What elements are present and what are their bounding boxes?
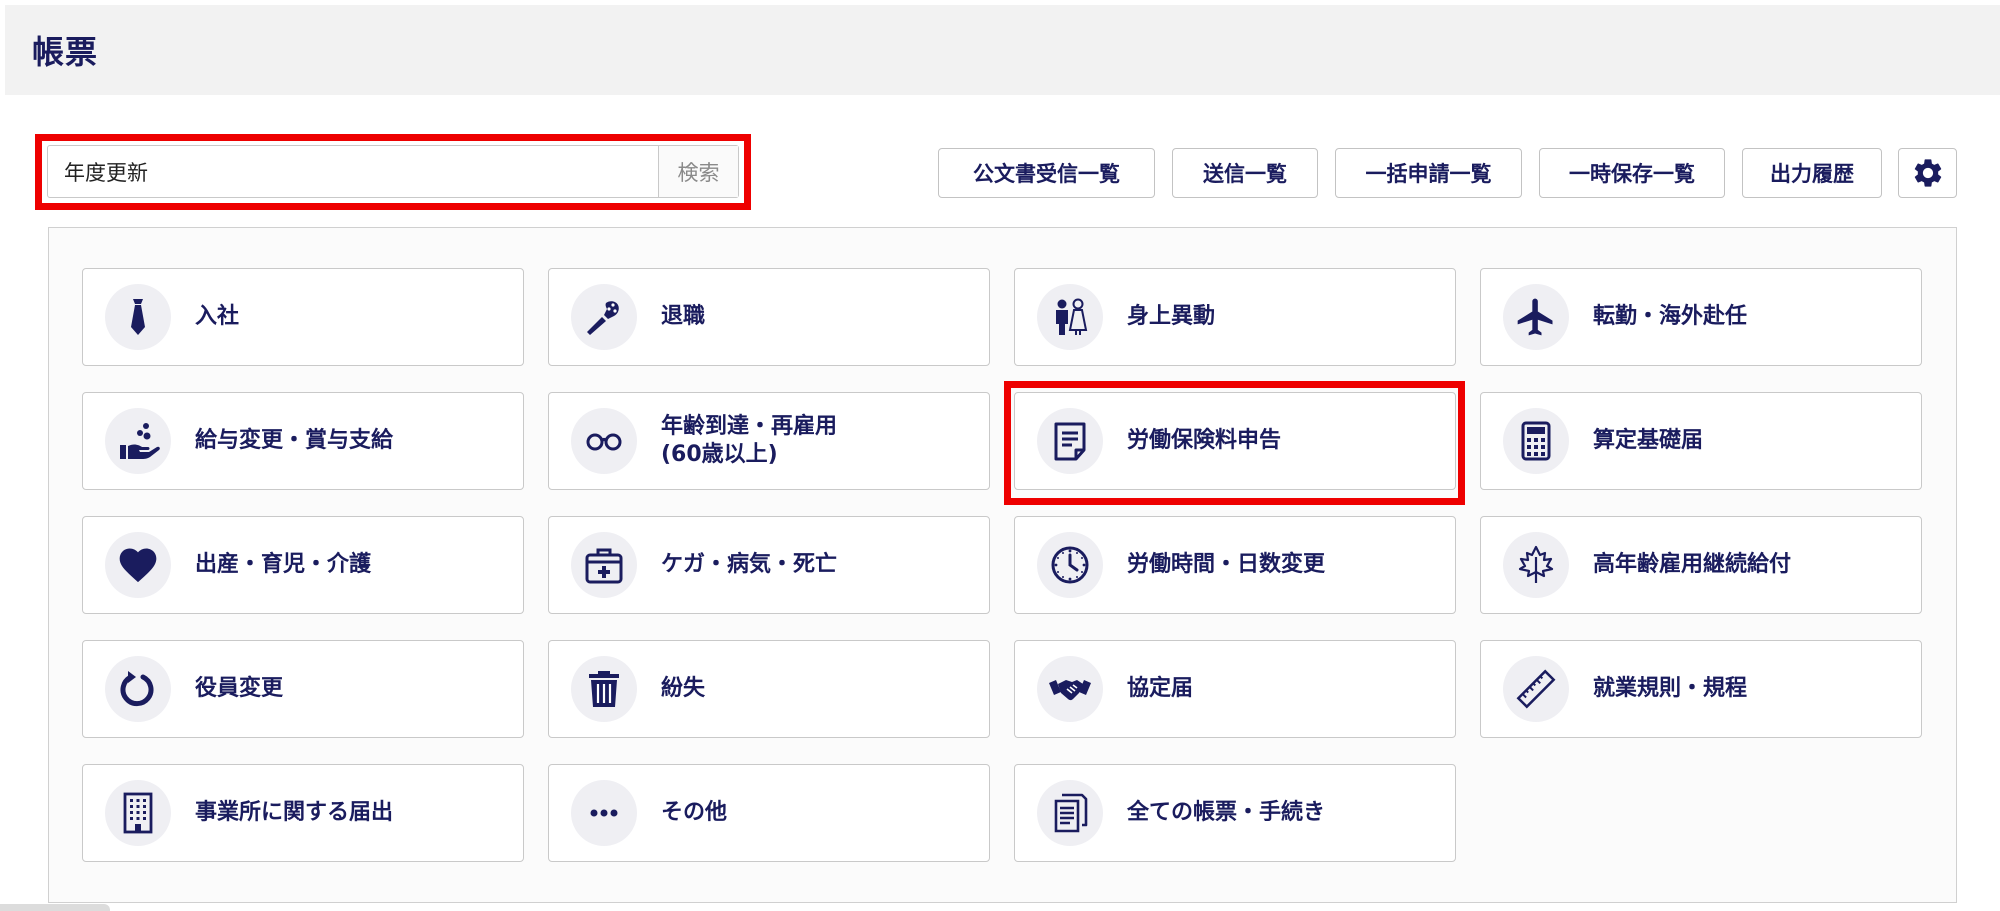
category-card-yakuin-henko[interactable]: 役員変更 [82, 640, 524, 738]
category-card-nyusha[interactable]: 入社 [82, 268, 524, 366]
category-card-subete[interactable]: 全ての帳票・手続き [1014, 764, 1456, 862]
category-label: 算定基礎届 [1593, 428, 1704, 453]
category-label: 入社 [195, 304, 240, 329]
category-label: 退職 [661, 304, 706, 329]
category-card-nenrei-toutatsu[interactable]: 年齢到達・再雇用 (60歳以上) [548, 392, 990, 490]
category-card-kega[interactable]: ケガ・病気・死亡 [548, 516, 990, 614]
category-label: 高年齢雇用継続給付 [1593, 552, 1792, 577]
first-aid-icon [585, 548, 623, 584]
category-label: 全ての帳票・手続き [1127, 800, 1326, 825]
page-title: 帳票 [32, 33, 99, 71]
category-label: 労働時間・日数変更 [1127, 552, 1326, 577]
category-label: 給与変更・賞与支給 [195, 428, 394, 453]
category-label: 事業所に関する届出 [195, 800, 394, 825]
category-card-funshitsu[interactable]: 紛失 [548, 640, 990, 738]
category-card-shinjo-ido[interactable]: 身上異動 [1014, 268, 1456, 366]
heart-icon [119, 548, 157, 583]
category-card-taishoku[interactable]: 退職 [548, 268, 990, 366]
documents-icon [1054, 793, 1088, 833]
received-docs-button[interactable]: 公文書受信一覧 [938, 148, 1155, 198]
category-card-shussan[interactable]: 出産・育児・介護 [82, 516, 524, 614]
building-icon [123, 792, 153, 834]
category-card-kyuyo-henko[interactable]: 給与変更・賞与支給 [82, 392, 524, 490]
clock-icon [1051, 546, 1089, 584]
category-label: 労働保険料申告 [1127, 428, 1282, 453]
refresh-icon [120, 671, 154, 707]
category-card-kyotei[interactable]: 協定届 [1014, 640, 1456, 738]
gear-icon [1914, 159, 1941, 187]
search-button[interactable]: 検索 [658, 146, 738, 197]
category-label: その他 [661, 800, 728, 825]
handshake-icon [1049, 680, 1091, 701]
category-card-jigyosho[interactable]: 事業所に関する届出 [82, 764, 524, 862]
category-label: 身上異動 [1127, 304, 1216, 329]
sent-list-button[interactable]: 送信一覧 [1172, 148, 1318, 198]
necktie-icon [131, 299, 145, 335]
category-card-rodo-jikan[interactable]: 労働時間・日数変更 [1014, 516, 1456, 614]
bouquet-icon [587, 301, 619, 335]
category-label: 役員変更 [195, 676, 284, 701]
calculator-icon [1521, 421, 1551, 461]
category-card-santei-kiso[interactable]: 算定基礎届 [1480, 392, 1922, 490]
category-label: 転勤・海外赴任 [1593, 304, 1748, 329]
header-bar: 帳票 [5, 5, 2000, 95]
coins-hand-icon [120, 423, 160, 459]
search-box: 検索 [47, 145, 739, 198]
category-label: 協定届 [1127, 676, 1194, 701]
category-card-sonota[interactable]: その他 [548, 764, 990, 862]
wedding-couple-icon [1056, 298, 1088, 335]
category-label: 就業規則・規程 [1593, 676, 1748, 701]
bulk-application-button[interactable]: 一括申請一覧 [1335, 148, 1522, 198]
category-card-rodo-hokenryo[interactable]: 労働保険料申告 [1014, 392, 1456, 490]
trash-icon [589, 671, 619, 707]
output-history-button[interactable]: 出力履歴 [1742, 148, 1882, 198]
category-card-konenrei[interactable]: 高年齢雇用継続給付 [1480, 516, 1922, 614]
temp-saved-button[interactable]: 一時保存一覧 [1539, 148, 1725, 198]
settings-button[interactable] [1898, 148, 1957, 198]
ruler-icon [1516, 669, 1556, 709]
category-label: ケガ・病気・死亡 [661, 552, 838, 577]
search-input[interactable] [48, 146, 658, 197]
document-icon [1054, 422, 1086, 461]
category-card-shugyo-kisoku[interactable]: 就業規則・規程 [1480, 640, 1922, 738]
category-label: 年齢到達・再雇用 (60歳以上) [661, 414, 838, 467]
category-label: 紛失 [661, 676, 706, 701]
category-label: 出産・育児・介護 [195, 552, 372, 577]
glasses-icon [586, 433, 622, 451]
ellipsis-icon [590, 809, 618, 817]
maple-leaf-icon [1518, 545, 1554, 583]
category-card-tenkin[interactable]: 転勤・海外赴任 [1480, 268, 1922, 366]
scroll-indicator [0, 904, 110, 911]
airplane-icon [1517, 298, 1553, 336]
